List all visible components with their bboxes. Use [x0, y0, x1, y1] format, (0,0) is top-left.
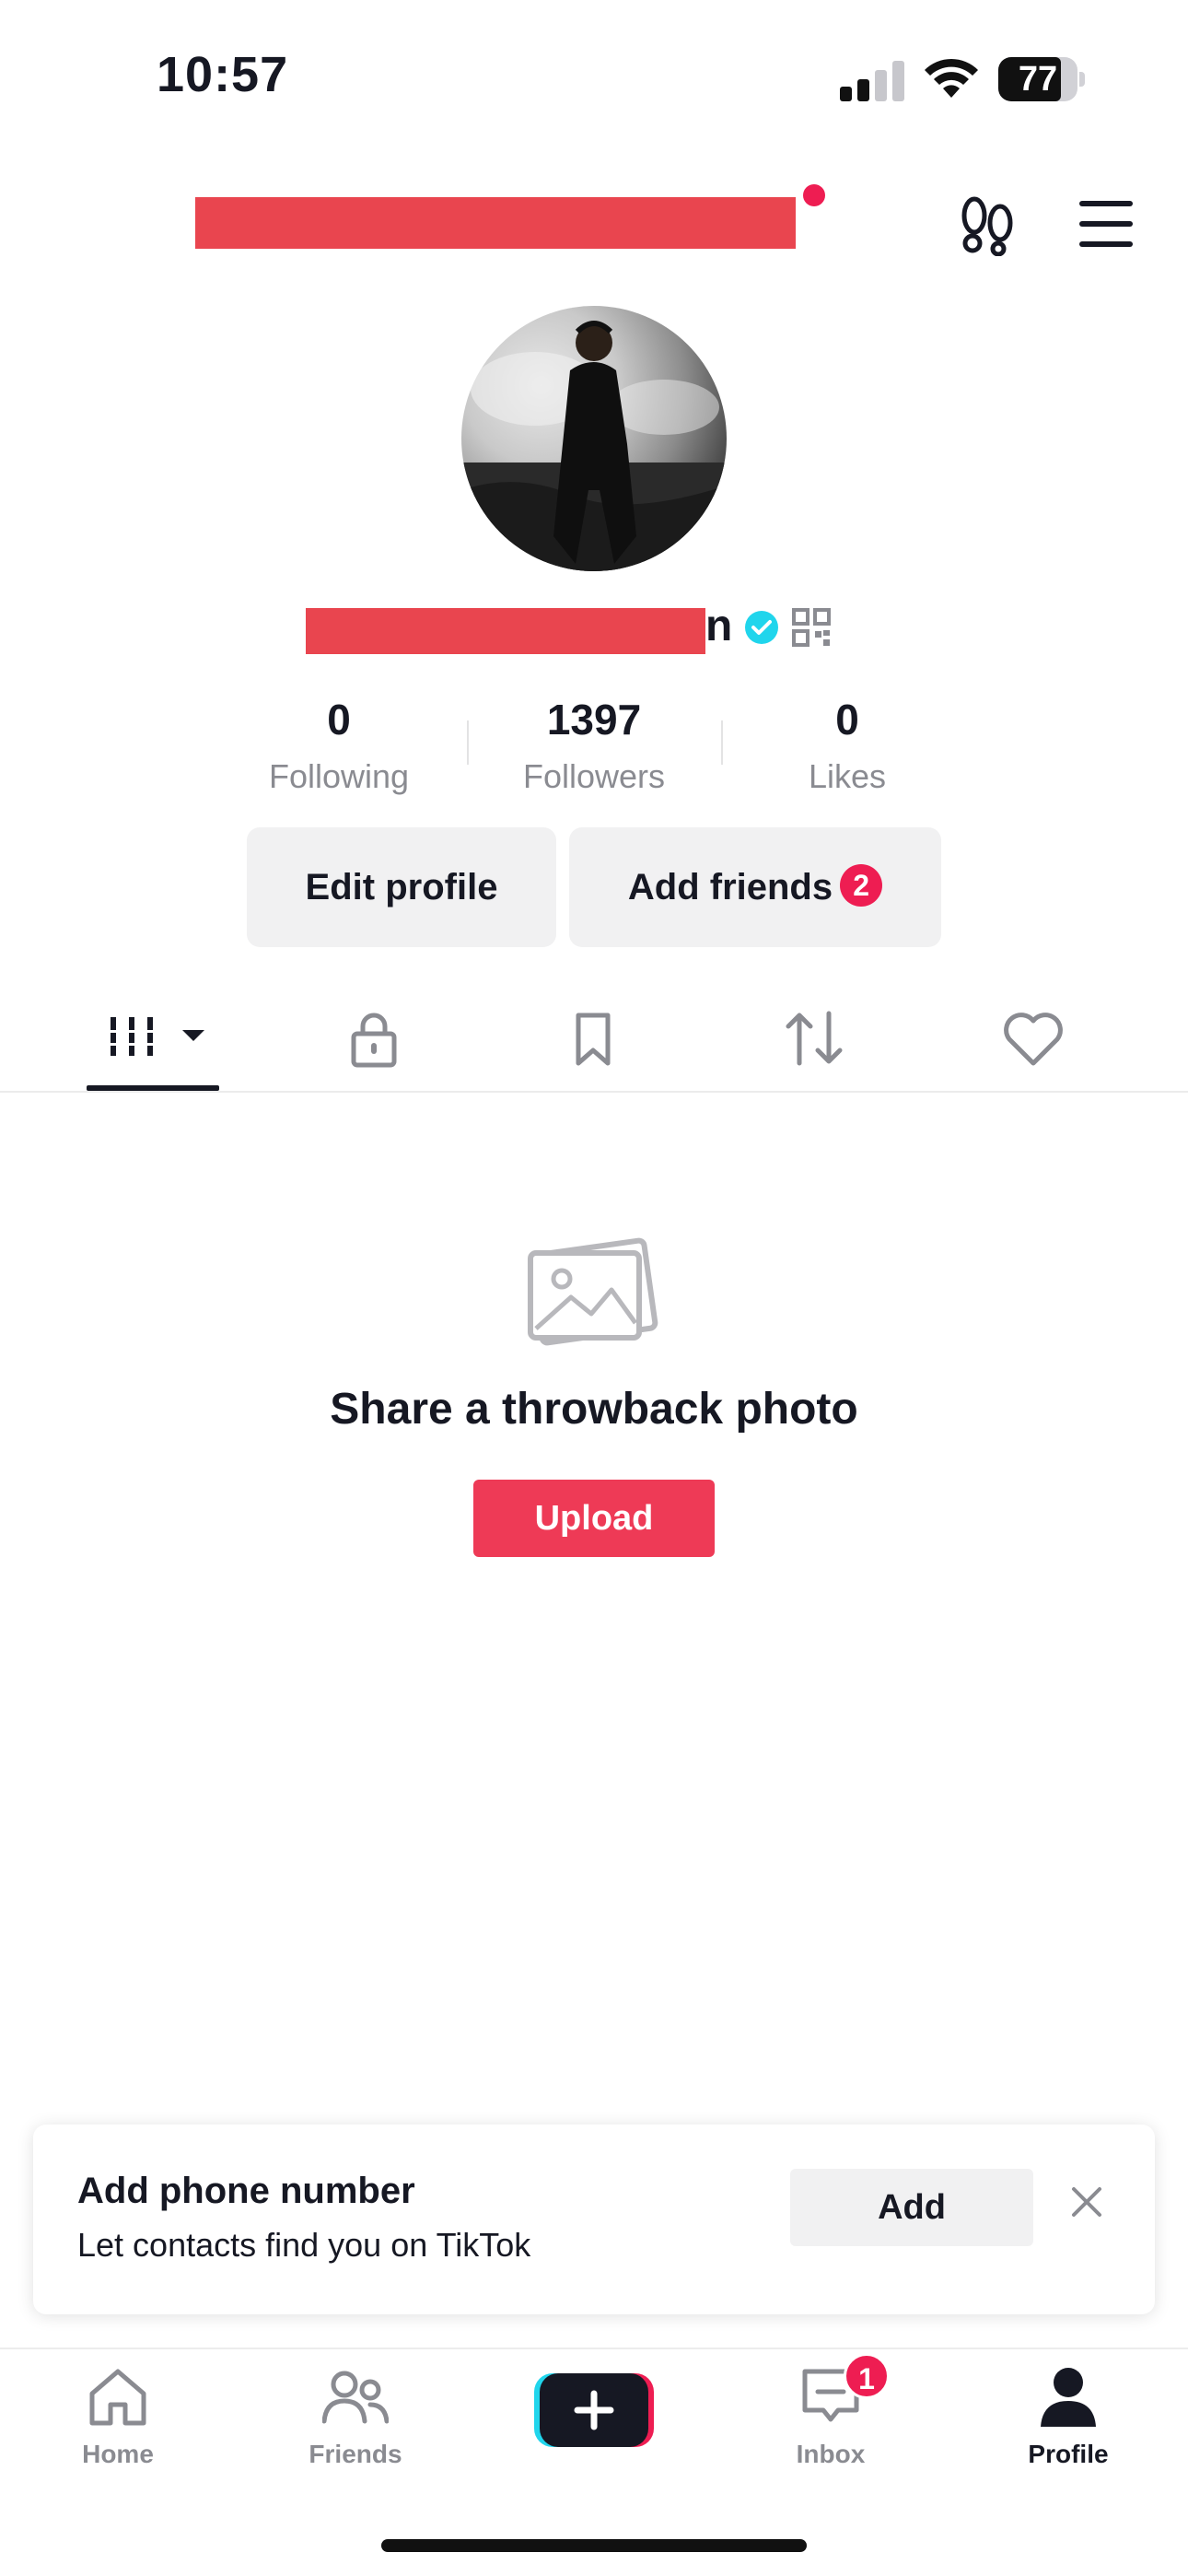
- edit-profile-label: Edit profile: [305, 867, 498, 907]
- stat-divider: [721, 720, 723, 765]
- followers-label: Followers: [522, 757, 666, 795]
- close-icon[interactable]: [1068, 2184, 1105, 2220]
- likes-count: 0: [835, 696, 859, 744]
- avatar[interactable]: [461, 306, 727, 571]
- wifi-icon: [925, 58, 978, 98]
- nav-profile-label: Profile: [1028, 2440, 1109, 2468]
- inbox-badge: 1: [844, 2353, 890, 2399]
- nav-friends[interactable]: Friends: [273, 2364, 438, 2469]
- profile-views-footprint-icon[interactable]: [958, 195, 1019, 256]
- qr-code-icon[interactable]: [792, 608, 831, 647]
- nav-profile[interactable]: Profile: [985, 2364, 1151, 2469]
- battery-icon: 77: [998, 57, 1085, 101]
- chevron-down-icon: [182, 1030, 204, 1041]
- photo-placeholder-icon: [528, 1237, 658, 1346]
- likes-label: Likes: [808, 757, 887, 795]
- empty-state-title: Share a throwback photo: [330, 1385, 858, 1434]
- home-indicator: [381, 2539, 807, 2552]
- username-tail: n: [705, 602, 733, 650]
- stat-likes[interactable]: 0 Likes: [737, 687, 958, 802]
- hamburger-menu-icon[interactable]: [1079, 201, 1136, 249]
- tab-videos-grid[interactable]: [103, 1006, 214, 1071]
- avatar-photo: [461, 321, 727, 571]
- create-plus-button[interactable]: [534, 2371, 654, 2449]
- verified-badge-icon: [745, 611, 778, 644]
- nav-divider: [0, 2348, 1188, 2349]
- add-phone-title: Add phone number: [77, 2171, 415, 2211]
- notification-dot: [803, 184, 825, 206]
- add-friends-label: Add friends: [627, 867, 833, 907]
- add-phone-subtitle: Let contacts find you on TikTok: [77, 2226, 531, 2264]
- following-count: 0: [327, 696, 351, 744]
- tabs-divider: [0, 1091, 1188, 1093]
- add-friends-button[interactable]: Add friends 2: [569, 827, 941, 947]
- tab-reposts-icon[interactable]: [777, 1006, 851, 1071]
- stat-followers[interactable]: 1397 Followers: [483, 687, 705, 802]
- tab-private-lock-icon[interactable]: [337, 1006, 411, 1071]
- battery-percentage: 77: [1018, 60, 1058, 99]
- stat-divider: [467, 720, 469, 765]
- followers-count: 1397: [546, 696, 642, 744]
- home-icon: [89, 2369, 146, 2426]
- edit-profile-button[interactable]: Edit profile: [247, 827, 556, 947]
- grid-icon: [107, 1017, 157, 1056]
- profile-icon: [1041, 2368, 1096, 2427]
- friends-icon: [322, 2371, 389, 2424]
- username-redacted: [306, 608, 705, 654]
- nav-home[interactable]: Home: [35, 2364, 201, 2469]
- header-username-redacted[interactable]: [195, 197, 796, 249]
- tab-favorites-bookmark-icon[interactable]: [556, 1006, 630, 1071]
- following-label: Following: [268, 757, 410, 795]
- cellular-signal-icon: [840, 61, 904, 101]
- add-phone-button[interactable]: Add: [790, 2169, 1033, 2246]
- nav-inbox-label: Inbox: [796, 2440, 866, 2468]
- stat-following[interactable]: 0 Following: [228, 687, 449, 802]
- tab-liked-heart-icon[interactable]: [996, 1006, 1070, 1071]
- upload-button[interactable]: Upload: [473, 1480, 715, 1557]
- nav-friends-label: Friends: [309, 2440, 402, 2468]
- add-friends-badge: 2: [840, 864, 883, 907]
- nav-home-label: Home: [82, 2440, 154, 2468]
- status-time: 10:57: [157, 47, 289, 102]
